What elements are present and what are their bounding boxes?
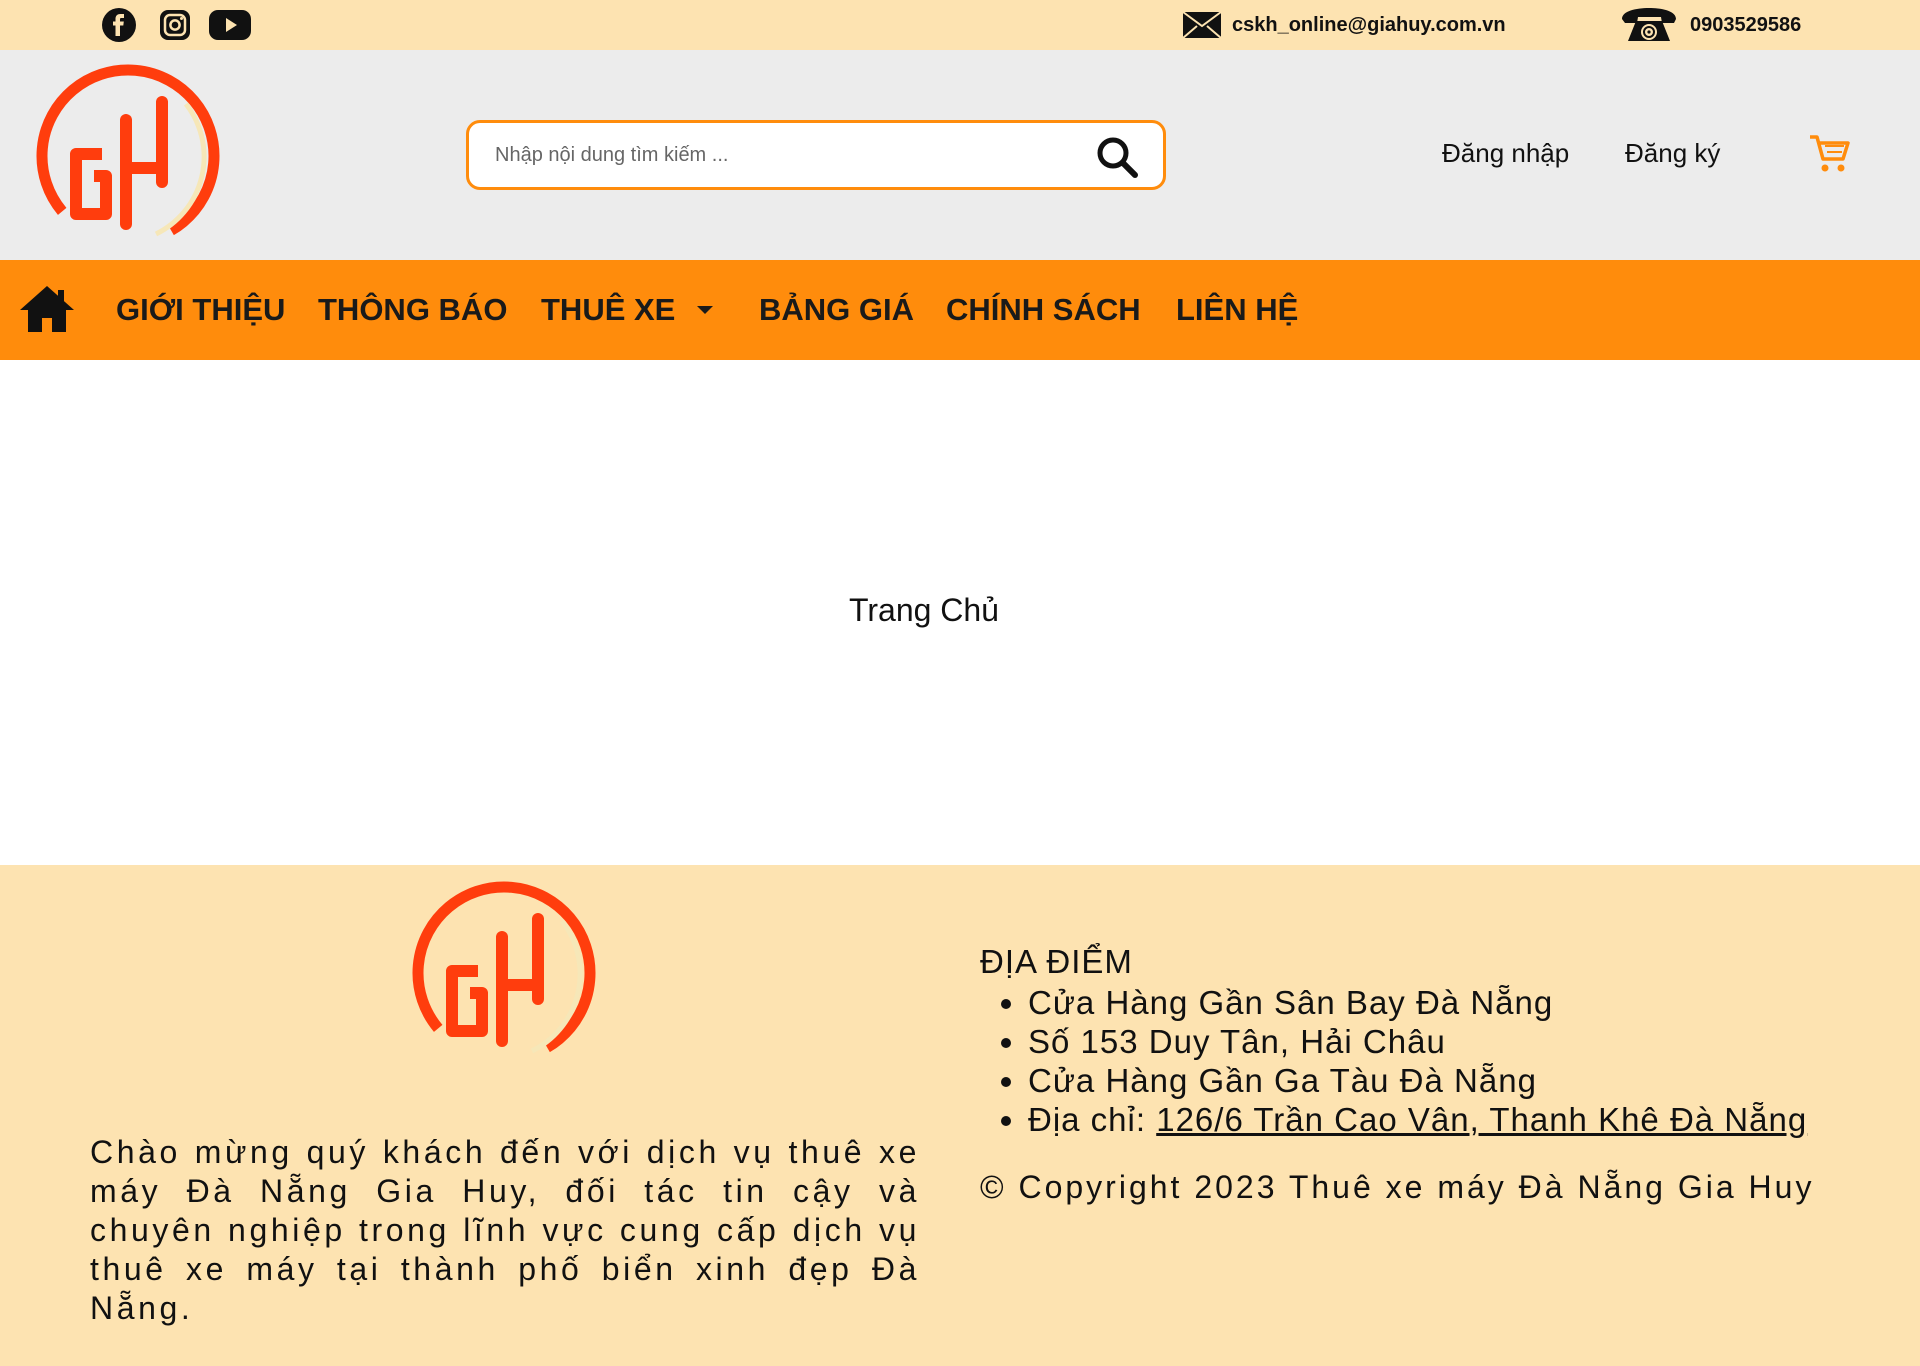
address-link[interactable]: 126/6 Trần Cao Vân, Thanh Khê Đà Nẵng [1156, 1101, 1807, 1138]
cart-button[interactable] [1808, 132, 1852, 176]
chevron-down-icon [697, 306, 714, 314]
main-content: Trang Chủ [0, 360, 1920, 865]
site-header: Đăng nhập Đăng ký [0, 50, 1920, 260]
search-input[interactable] [495, 143, 1085, 167]
locations-list: Cửa Hàng Gần Sân Bay Đà Nẵng Số 153 Duy … [1028, 983, 1807, 1139]
location-item: Cửa Hàng Gần Sân Bay Đà Nẵng [1028, 983, 1807, 1022]
search-box [466, 120, 1166, 190]
home-button[interactable] [18, 284, 78, 336]
search-button[interactable] [1095, 135, 1139, 179]
nav-lien-he[interactable]: LIÊN HỆ [1176, 260, 1298, 360]
email-text: cskh_online@giahuy.com.vn [1232, 13, 1506, 36]
footer-logo-icon [412, 881, 596, 1065]
instagram-icon[interactable] [158, 8, 192, 42]
page-title: Trang Chủ [849, 592, 999, 628]
mail-icon [1182, 11, 1222, 39]
telephone-icon [1622, 8, 1676, 41]
phone-text: 0903529586 [1690, 13, 1802, 36]
locations-title: ĐỊA ĐIỂM [980, 943, 1133, 980]
nav-chinh-sach[interactable]: CHÍNH SÁCH [946, 260, 1141, 360]
search-icon [1097, 137, 1138, 178]
top-bar: cskh_online@giahuy.com.vn 0903529586 [0, 0, 1920, 50]
logo-icon[interactable] [36, 64, 220, 248]
main-nav: GIỚI THIỆU THÔNG BÁO THUÊ XE BẢNG GIÁ CH… [0, 260, 1920, 360]
copyright-text: © Copyright 2023 Thuê xe máy Đà Nẵng Gia… [980, 1169, 1815, 1205]
nav-thong-bao[interactable]: THÔNG BÁO [318, 260, 507, 360]
phone-contact[interactable]: 0903529586 [1618, 8, 1801, 42]
site-footer: Chào mừng quý khách đến với dịch vụ thuê… [0, 865, 1920, 1366]
email-contact[interactable]: cskh_online@giahuy.com.vn [1182, 8, 1506, 42]
location-item: Số 153 Duy Tân, Hải Châu [1028, 1022, 1807, 1061]
facebook-icon[interactable] [102, 8, 136, 42]
register-link[interactable]: Đăng ký [1625, 138, 1720, 169]
login-link[interactable]: Đăng nhập [1442, 138, 1569, 169]
nav-gioi-thieu[interactable]: GIỚI THIỆU [116, 260, 285, 360]
nav-thue-xe[interactable]: THUÊ XE [541, 260, 714, 360]
youtube-icon[interactable] [208, 8, 252, 42]
home-icon [20, 286, 74, 332]
location-item: Cửa Hàng Gần Ga Tàu Đà Nẵng [1028, 1061, 1807, 1100]
nav-bang-gia[interactable]: BẢNG GIÁ [759, 260, 914, 360]
address-prefix: Địa chỉ: [1028, 1101, 1157, 1138]
address-item: Địa chỉ: 126/6 Trần Cao Vân, Thanh Khê Đ… [1028, 1100, 1807, 1139]
cart-icon [1810, 135, 1850, 172]
footer-description: Chào mừng quý khách đến với dịch vụ thuê… [90, 1134, 920, 1326]
